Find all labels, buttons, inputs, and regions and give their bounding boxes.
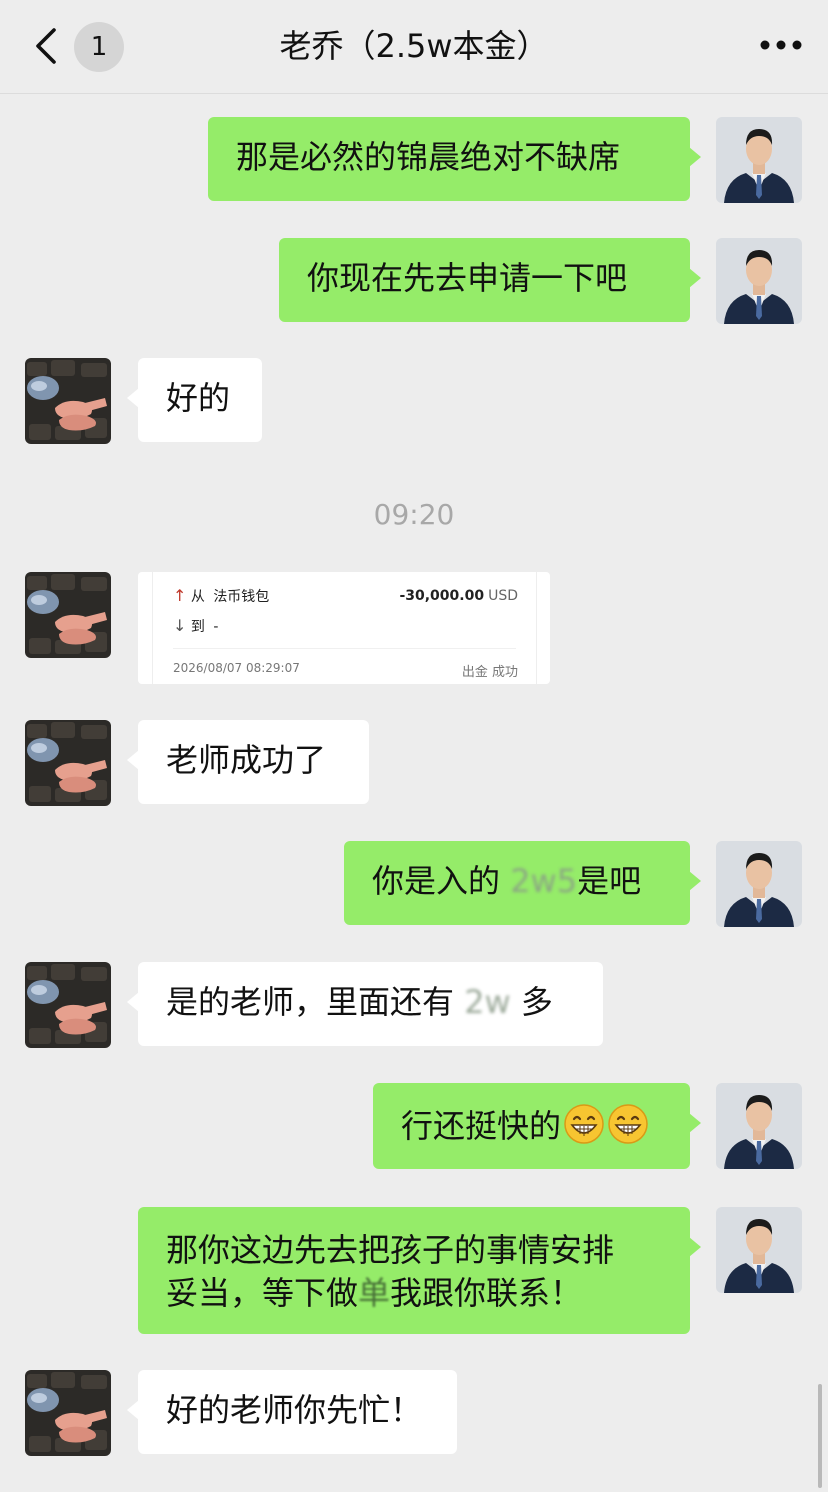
message-text: 妥当，等下做 — [166, 1274, 359, 1312]
card-divider — [173, 648, 516, 649]
scrollbar[interactable] — [818, 1384, 822, 1488]
grinning-face-emoji-icon — [608, 1104, 648, 1144]
contact-avatar[interactable] — [25, 720, 111, 806]
arrow-down-icon: ↓ — [173, 616, 187, 635]
obscured-text: 单 — [358, 1274, 391, 1312]
amount-value: -30,000.00 — [399, 588, 485, 604]
my-avatar[interactable] — [716, 117, 802, 203]
contact-avatar[interactable] — [25, 962, 111, 1048]
message-text: 是吧 — [577, 862, 642, 900]
contact-avatar[interactable] — [25, 358, 111, 444]
from-label: 从 — [190, 589, 205, 605]
chevron-left-icon[interactable] — [30, 26, 64, 66]
transfer-to-row: ↓ 到 - — [173, 616, 218, 636]
contact-message-bubble[interactable]: 老师成功了 — [127, 720, 369, 804]
my-message-bubble[interactable]: 那是必然的锦晨绝对不缺席 — [208, 117, 701, 201]
currency-label: USD — [488, 588, 518, 604]
contact-message-bubble[interactable]: 是的老师，里面还有 2w 多 — [127, 962, 603, 1046]
message-text: 多 — [520, 983, 553, 1021]
from-value: 法币钱包 — [213, 589, 270, 605]
transfer-record-image[interactable]: ↑ 从 法币钱包 -30,000.00 USD ↓ 到 - 2026/08/07 … — [138, 572, 550, 684]
message-timestamp: 09:20 — [373, 498, 455, 531]
more-dots-icon[interactable] — [758, 30, 804, 60]
message-text-line: 那你这边先去把孩子的事情安排 — [166, 1231, 615, 1269]
my-message-bubble[interactable]: 你是入的 2w5是吧 — [344, 841, 701, 925]
to-label: 到 — [190, 619, 205, 635]
to-value: - — [213, 619, 219, 635]
contact-avatar[interactable] — [25, 1370, 111, 1456]
obscured-text: 2w — [464, 983, 511, 1021]
transfer-from-row: ↑ 从 法币钱包 — [173, 586, 269, 606]
contact-avatar[interactable] — [25, 572, 111, 658]
message-text: 我跟你联系！ — [390, 1274, 583, 1312]
my-avatar[interactable] — [716, 1083, 802, 1169]
transfer-amount: -30,000.00 USD — [399, 588, 518, 604]
arrow-up-icon: ↑ — [173, 586, 187, 605]
grinning-face-emoji-icon — [564, 1104, 604, 1144]
my-message-bubble[interactable]: 行还挺快的 — [373, 1083, 701, 1169]
unread-count-badge[interactable]: 1 — [74, 22, 124, 72]
my-message-bubble[interactable]: 那你这边先去把孩子的事情安排 妥当，等下做单我跟你联系！ — [138, 1207, 701, 1334]
message-text: 是的老师，里面还有 — [166, 983, 455, 1021]
my-avatar[interactable] — [716, 238, 802, 324]
chat-title: 老乔（2.5w本金） — [279, 27, 549, 65]
message-text: 你是入的 — [372, 862, 501, 900]
message-text: 行还挺快的 — [401, 1107, 562, 1145]
my-message-bubble[interactable]: 你现在先去申请一下吧 — [279, 238, 701, 322]
chat-header: 1 老乔（2.5w本金） — [0, 0, 828, 94]
obscured-text: 2w5 — [510, 862, 578, 900]
transfer-datetime: 2026/08/07 08:29:07 — [173, 661, 300, 675]
message-text-line: 妥当，等下做单我跟你联系！ — [166, 1272, 662, 1315]
contact-message-bubble[interactable]: 好的老师你先忙！ — [127, 1370, 457, 1454]
transfer-status: 出金 成功 — [461, 665, 518, 680]
my-avatar[interactable] — [716, 1207, 802, 1293]
contact-message-bubble[interactable]: 好的 — [127, 358, 262, 442]
my-avatar[interactable] — [716, 841, 802, 927]
